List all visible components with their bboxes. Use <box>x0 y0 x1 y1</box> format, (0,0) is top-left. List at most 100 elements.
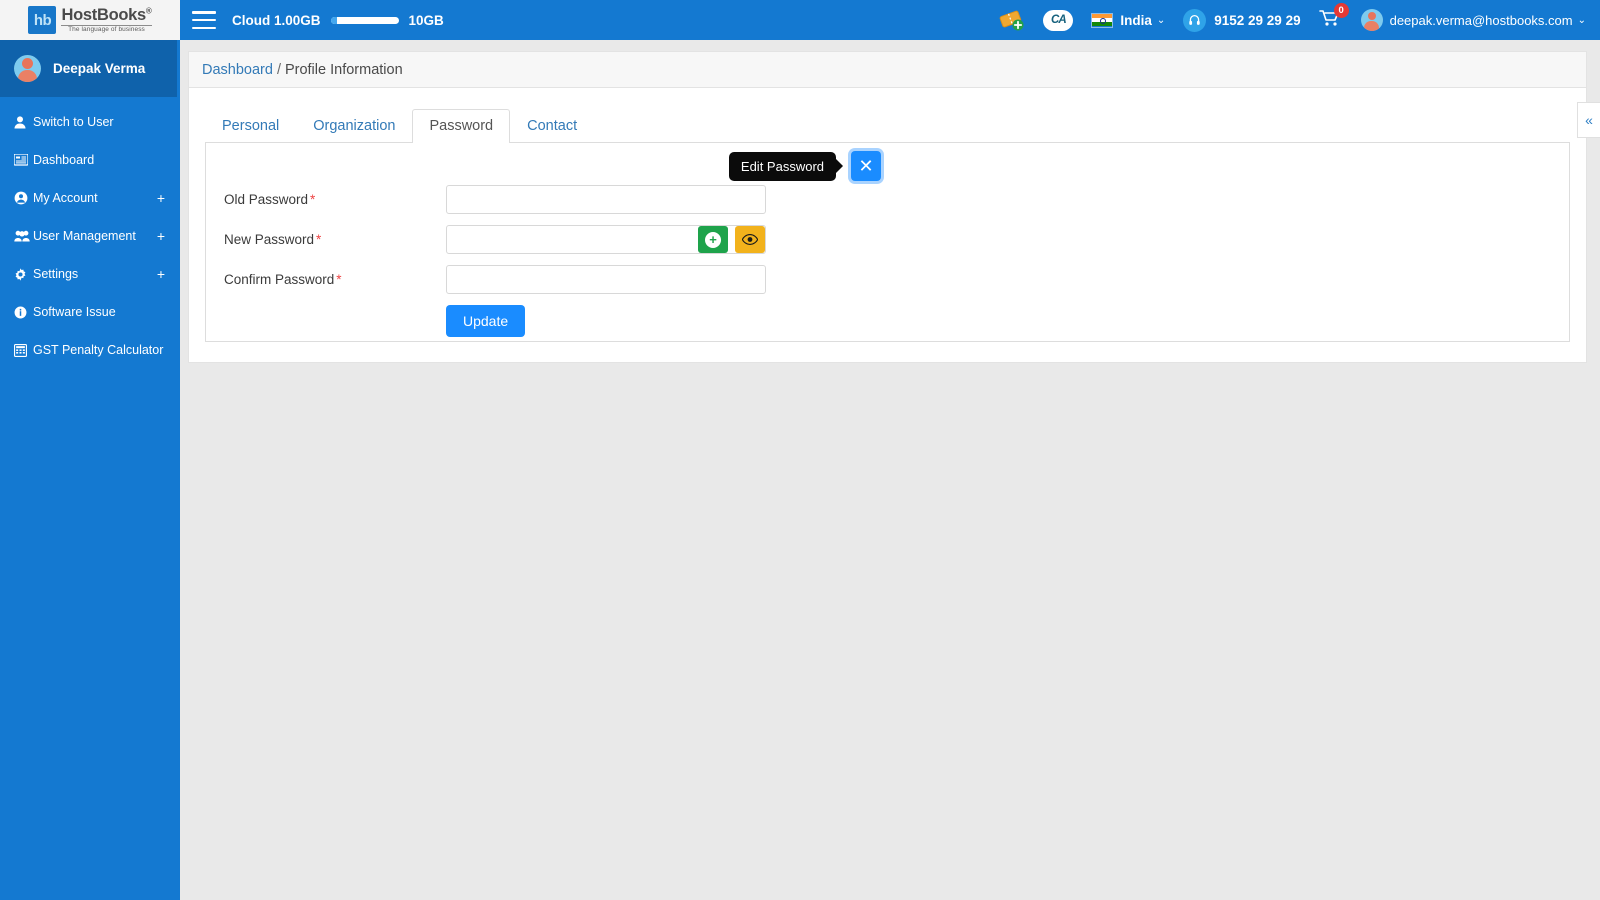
plus-circle-icon: + <box>705 231 721 248</box>
password-tab-panel: Edit Password ✕ Old Password * New Passwo… <box>205 142 1570 342</box>
show-password-button[interactable] <box>735 226 765 253</box>
flag-stripe-white <box>1092 17 1113 25</box>
new-password-control: + <box>446 225 766 254</box>
form-row-old-password: Old Password * <box>224 185 1569 214</box>
calculator-icon <box>14 343 33 357</box>
sidebar-menu: Switch to User Dashboard My Account + Us… <box>0 97 177 369</box>
chevron-down-icon: ⌄ <box>1577 14 1586 26</box>
cloud-usage-progressbar <box>330 16 399 24</box>
users-group-icon <box>14 230 33 242</box>
chevron-down-icon: ⌄ <box>1156 14 1166 26</box>
hamburger-line <box>192 18 216 22</box>
breadcrumb-current: Profile Information <box>284 61 403 78</box>
update-button[interactable]: Update <box>446 305 526 337</box>
required-asterisk: * <box>310 192 316 207</box>
info-circle-icon <box>14 306 33 319</box>
required-asterisk: * <box>316 232 322 247</box>
top-header-bar: Cloud 1.00GB 10GB CA India ⌄ 9152 29 29 … <box>180 0 1600 40</box>
sidebar-item-label: Settings <box>33 267 79 281</box>
logo-wordmark: HostBooks® <box>61 6 152 24</box>
ca-badge-button[interactable]: CA <box>1034 0 1082 40</box>
cart-button[interactable]: 0 <box>1310 0 1352 40</box>
sidebar-item-label: Switch to User <box>33 115 114 129</box>
collapse-panel-toggle[interactable]: « <box>1577 102 1600 138</box>
app-logo[interactable]: hb HostBooks® The language of business <box>0 0 180 40</box>
expand-plus-icon[interactable]: + <box>157 267 165 281</box>
registered-mark: ® <box>145 6 152 16</box>
support-phone[interactable]: 9152 29 29 29 <box>1174 0 1309 40</box>
country-selector[interactable]: India ⌄ <box>1082 0 1174 40</box>
sidebar-item-dashboard[interactable]: Dashboard <box>0 141 177 179</box>
main-content: Dashboard / Profile Information Personal… <box>177 40 1600 900</box>
form-actions: Update <box>224 305 1569 337</box>
header-actions: CA India ⌄ 9152 29 29 29 0 deepak.verma@… <box>990 0 1600 40</box>
sidebar-item-user-management[interactable]: User Management + <box>0 217 177 255</box>
tab-organization[interactable]: Organization <box>296 109 412 143</box>
support-phone-number: 9152 29 29 29 <box>1214 12 1301 28</box>
india-flag-icon <box>1091 12 1114 28</box>
ca-badge-icon: CA <box>1043 9 1074 31</box>
country-label: India <box>1120 12 1152 28</box>
edit-password-tooltip: Edit Password <box>728 151 844 181</box>
confirm-password-control <box>446 265 766 294</box>
form-row-confirm-password: Confirm Password * <box>224 265 1569 294</box>
gear-icon <box>14 267 33 281</box>
sidebar-item-label: GST Penalty Calculator <box>33 343 164 357</box>
sidebar-profile-name: Deepak Verma <box>53 61 146 76</box>
eye-icon <box>742 234 758 245</box>
dashboard-icon <box>14 154 33 166</box>
new-password-label: New Password * <box>224 232 322 247</box>
cart-wrapper: 0 <box>1318 3 1349 32</box>
required-asterisk: * <box>336 272 342 287</box>
user-menu[interactable]: deepak.verma@hostbooks.com ⌄ <box>1352 0 1600 40</box>
sidebar-item-label: Dashboard <box>33 153 95 167</box>
cloud-usage-fill <box>330 16 338 24</box>
sidebar-item-label: User Management <box>33 229 136 243</box>
cart-count-badge: 0 <box>1333 3 1349 18</box>
sidebar-item-my-account[interactable]: My Account + <box>0 179 177 217</box>
confirm-password-label: Confirm Password * <box>224 272 342 287</box>
tab-password[interactable]: Password <box>412 108 511 143</box>
cloud-quota-label: 10GB <box>408 12 444 28</box>
app-root: hb HostBooks® The language of business C… <box>0 0 1600 900</box>
hamburger-line <box>192 26 216 29</box>
user-email-label: deepak.verma@hostbooks.com <box>1389 12 1573 28</box>
form-row-new-password: New Password * + <box>224 225 1569 254</box>
generate-password-button[interactable]: + <box>698 226 728 253</box>
profile-panel: Personal Organization Password Contact E… <box>188 88 1587 363</box>
avatar <box>1360 9 1383 31</box>
user-icon <box>14 115 33 129</box>
edit-password-control-row: Edit Password ✕ <box>728 151 881 181</box>
sidebar-item-settings[interactable]: Settings + <box>0 255 177 293</box>
hamburger-icon[interactable] <box>192 11 216 29</box>
old-password-control <box>446 185 766 214</box>
sidebar-item-software-issue[interactable]: Software Issue <box>0 293 177 331</box>
logo-text: HostBooks® The language of business <box>61 6 152 33</box>
profile-tabs: Personal Organization Password Contact <box>205 106 1570 143</box>
password-form: Old Password * New Password * + Confirm … <box>206 143 1569 337</box>
close-edit-button[interactable]: ✕ <box>851 151 881 181</box>
logo-inner: hb HostBooks® The language of business <box>28 6 152 34</box>
breadcrumb-dashboard-link[interactable]: Dashboard <box>202 62 273 78</box>
cloud-usage-label: Cloud 1.00GB <box>232 12 321 28</box>
account-circle-icon <box>14 191 33 205</box>
expand-plus-icon[interactable]: + <box>157 229 165 243</box>
sidebar: Deepak Verma Switch to User Dashboard My <box>0 40 177 900</box>
tab-personal[interactable]: Personal <box>205 109 296 143</box>
expand-plus-icon[interactable]: + <box>157 191 165 205</box>
confirm-password-input[interactable] <box>446 265 766 294</box>
old-password-label: Old Password * <box>224 192 316 207</box>
add-ticket-button[interactable] <box>990 0 1034 40</box>
add-ticket-icon <box>1000 10 1024 31</box>
headset-icon <box>1183 8 1207 32</box>
old-password-input[interactable] <box>446 185 766 214</box>
hamburger-line <box>192 11 216 14</box>
sidebar-profile[interactable]: Deepak Verma <box>0 40 177 97</box>
tab-contact[interactable]: Contact <box>510 109 594 143</box>
sidebar-item-gst-penalty-calculator[interactable]: GST Penalty Calculator <box>0 331 177 369</box>
sidebar-item-label: My Account <box>33 191 98 205</box>
sidebar-item-label: Software Issue <box>33 305 116 319</box>
logo-tile: hb <box>28 6 57 34</box>
avatar <box>14 55 41 82</box>
sidebar-item-switch-to-user[interactable]: Switch to User <box>0 103 177 141</box>
